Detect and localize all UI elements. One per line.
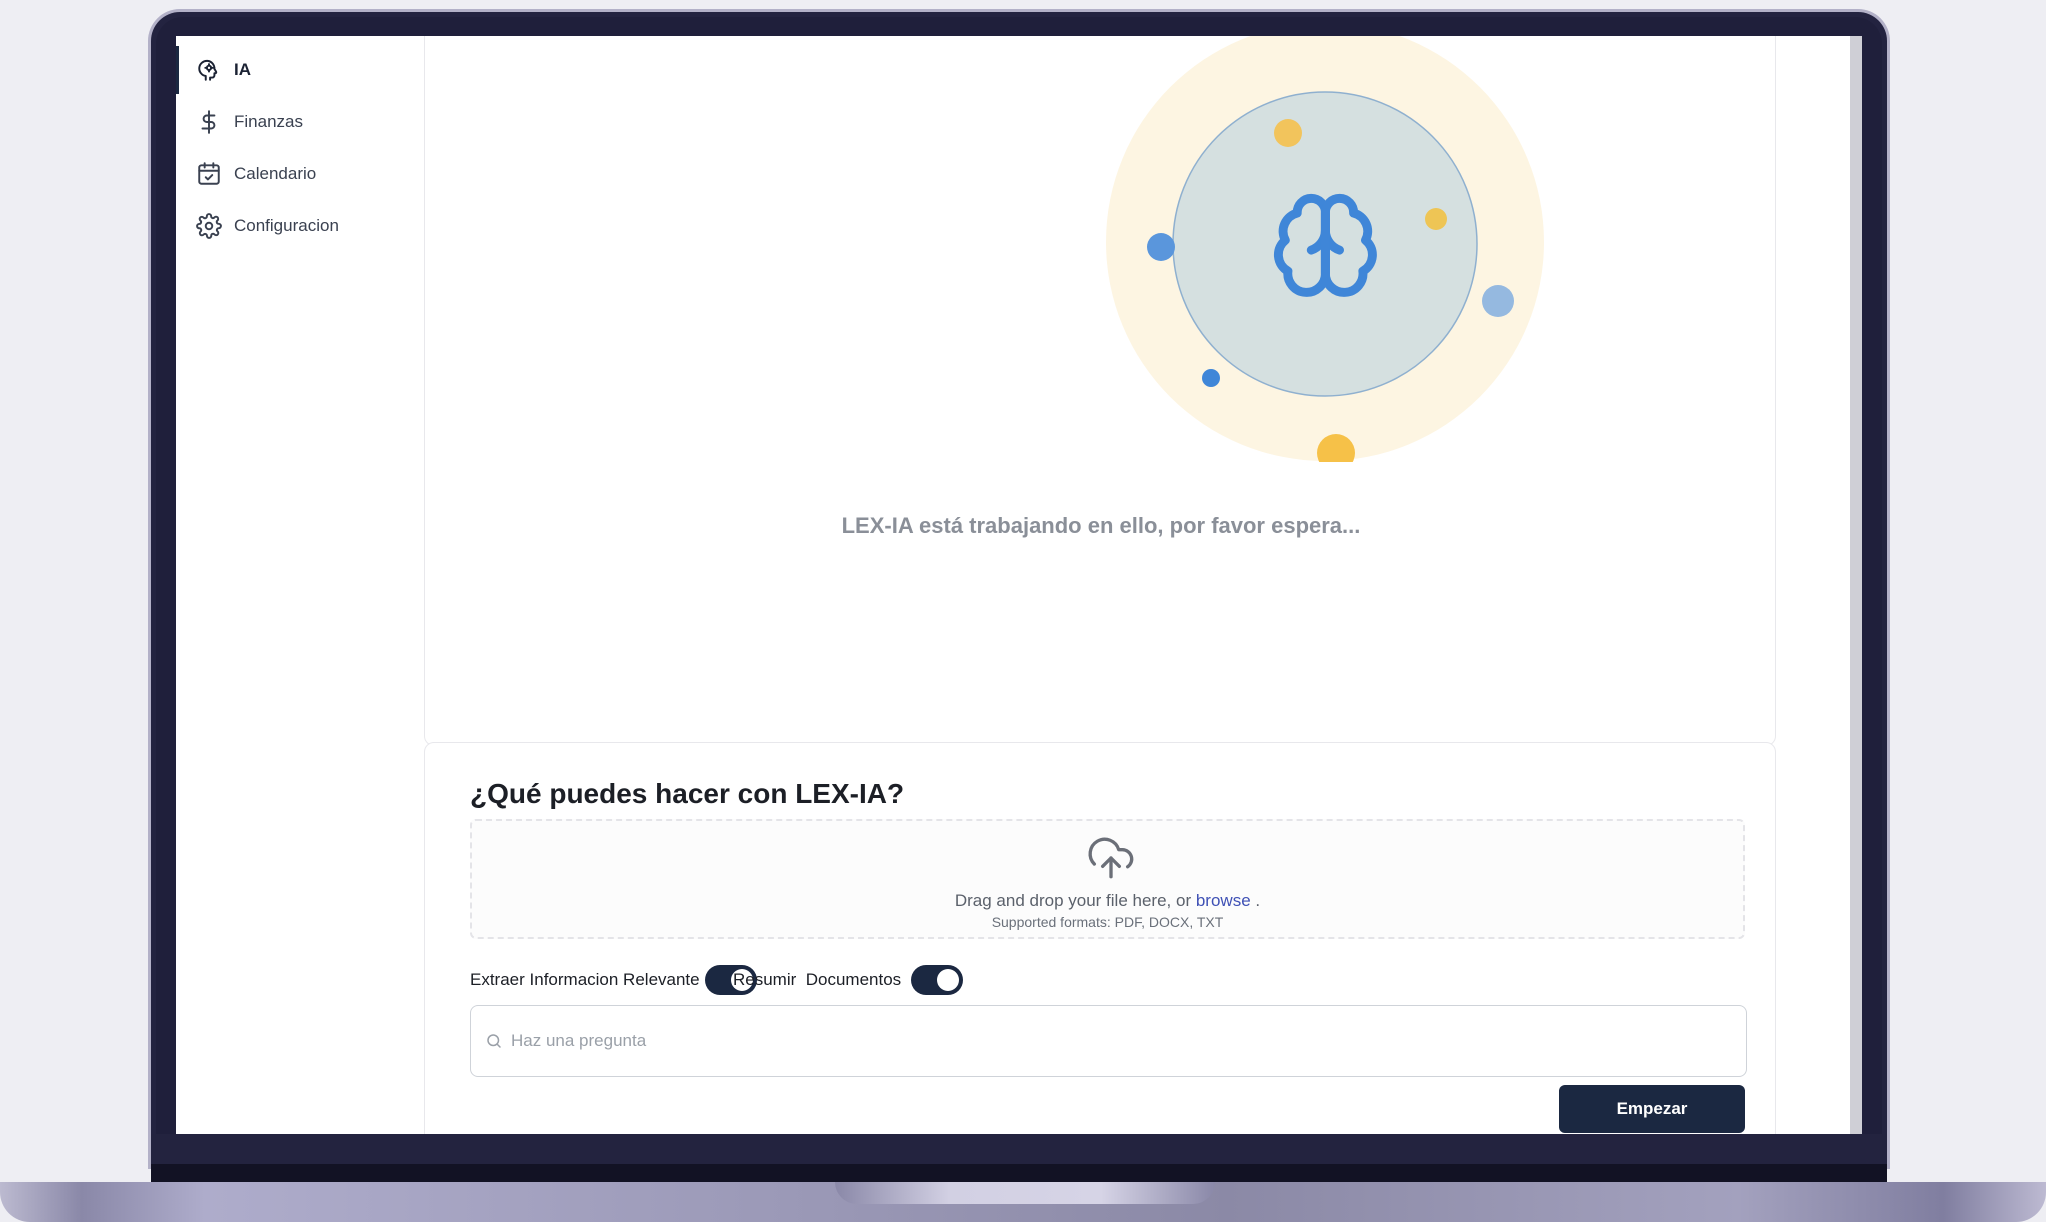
question-box bbox=[470, 1005, 1747, 1077]
start-button[interactable]: Empezar bbox=[1559, 1085, 1745, 1133]
sidebar-item-label: Configuracion bbox=[234, 216, 339, 235]
laptop-notch bbox=[835, 1182, 1215, 1204]
toggle-label: Resumir Documentos bbox=[733, 970, 902, 989]
question-input[interactable] bbox=[511, 1031, 1746, 1051]
toggle-extract-info: Extraer Informacion Relevante bbox=[470, 965, 757, 995]
sidebar-item-label: Calendario bbox=[234, 164, 317, 183]
toggle-label: Extraer Informacion Relevante bbox=[470, 970, 700, 989]
loading-animation bbox=[1105, 36, 1545, 472]
dropzone-text: Drag and drop your file here, or browse … bbox=[472, 891, 1743, 911]
loading-message: LEX-IA está trabajando en ello, por favo… bbox=[841, 513, 1361, 538]
orbit-dot bbox=[1274, 119, 1302, 147]
summarize-toggle[interactable] bbox=[911, 965, 964, 995]
orbit-dot bbox=[1425, 208, 1447, 230]
file-dropzone[interactable]: Drag and drop your file here, or browse … bbox=[470, 819, 1745, 939]
brain-gear-icon bbox=[196, 57, 222, 83]
dropzone-period: . bbox=[1255, 891, 1261, 910]
orbit-dot bbox=[1202, 369, 1220, 387]
dropzone-instruction: Drag and drop your file here, or bbox=[954, 891, 1192, 910]
loading-card: LEX-IA está trabajando en ello, por favo… bbox=[424, 36, 1776, 746]
sidebar-item-configuracion[interactable]: Configuracion bbox=[176, 202, 426, 250]
scrollbar[interactable] bbox=[1850, 36, 1862, 1134]
browse-link[interactable]: browse bbox=[1196, 891, 1251, 910]
calendar-check-icon bbox=[196, 161, 222, 187]
toggle-summarize: Resumir Documentos bbox=[733, 965, 964, 995]
orbit-dot bbox=[1147, 233, 1175, 261]
sidebar-item-label: IA bbox=[234, 60, 251, 79]
dollar-icon bbox=[196, 109, 222, 135]
gear-icon bbox=[196, 213, 222, 239]
laptop-hinge bbox=[151, 1164, 1887, 1182]
orbit-dot bbox=[1482, 285, 1514, 317]
app-screen: IA Finanzas Calendario Configuracion LEX… bbox=[176, 36, 1862, 1134]
features-card: ¿Qué puedes hacer con LEX-IA? Drag and d… bbox=[424, 742, 1776, 1134]
sidebar: IA Finanzas Calendario Configuracion bbox=[176, 36, 426, 1134]
cloud-upload-icon bbox=[1084, 833, 1138, 883]
sidebar-item-label: Finanzas bbox=[234, 112, 303, 131]
sidebar-item-ia[interactable]: IA bbox=[176, 46, 426, 94]
search-icon bbox=[485, 1032, 503, 1050]
sidebar-item-finanzas[interactable]: Finanzas bbox=[176, 98, 426, 146]
supported-formats: Supported formats: PDF, DOCX, TXT bbox=[991, 914, 1224, 930]
section-title: ¿Qué puedes hacer con LEX-IA? bbox=[470, 778, 905, 809]
sidebar-item-calendario[interactable]: Calendario bbox=[176, 150, 426, 198]
